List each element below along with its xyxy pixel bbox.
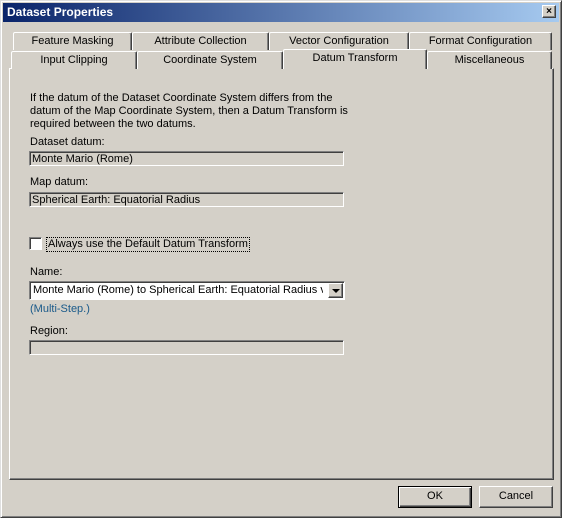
close-icon: × bbox=[546, 6, 552, 17]
tab-datum-transform[interactable]: Datum Transform bbox=[283, 49, 427, 69]
map-datum-field: Spherical Earth: Equatorial Radius bbox=[29, 192, 344, 207]
ok-button-label: OK bbox=[427, 490, 443, 502]
datum-transform-name-select[interactable]: Monte Mario (Rome) to Spherical Earth: E… bbox=[29, 281, 345, 300]
title-bar[interactable]: Dataset Properties × bbox=[3, 3, 559, 22]
tab-attribute-collection[interactable]: Attribute Collection bbox=[132, 32, 269, 50]
region-label: Region: bbox=[30, 325, 68, 337]
datum-description: If the datum of the Dataset Coordinate S… bbox=[30, 92, 348, 130]
default-datum-transform-label[interactable]: Always use the Default Datum Transform bbox=[46, 237, 250, 252]
tab-vector-configuration[interactable]: Vector Configuration bbox=[269, 32, 409, 50]
tab-label: Attribute Collection bbox=[154, 35, 247, 47]
map-datum-value: Spherical Earth: Equatorial Radius bbox=[32, 194, 201, 206]
close-button[interactable]: × bbox=[542, 5, 556, 18]
default-datum-transform-checkbox[interactable] bbox=[29, 237, 42, 250]
tab-format-configuration[interactable]: Format Configuration bbox=[409, 32, 552, 50]
datum-transform-note: (Multi-Step.) bbox=[30, 303, 90, 315]
tab-label: Miscellaneous bbox=[454, 54, 525, 66]
tab-input-clipping[interactable]: Input Clipping bbox=[11, 51, 137, 69]
tab-miscellaneous[interactable]: Miscellaneous bbox=[427, 51, 552, 69]
tab-label: Datum Transform bbox=[312, 52, 398, 64]
tab-coordinate-system[interactable]: Coordinate System bbox=[137, 51, 283, 69]
name-label: Name: bbox=[30, 266, 63, 278]
window-title: Dataset Properties bbox=[7, 5, 114, 19]
ok-button[interactable]: OK bbox=[398, 486, 472, 508]
dataset-datum-field: Monte Mario (Rome) bbox=[29, 151, 344, 166]
cancel-button[interactable]: Cancel bbox=[479, 486, 553, 508]
region-field bbox=[29, 340, 344, 355]
dataset-datum-value: Monte Mario (Rome) bbox=[32, 153, 133, 165]
dataset-datum-label: Dataset datum: bbox=[30, 136, 105, 148]
map-datum-label: Map datum: bbox=[30, 176, 89, 188]
dataset-properties-window: Dataset Properties × Feature Masking Att… bbox=[0, 0, 562, 518]
cancel-button-label: Cancel bbox=[498, 490, 534, 502]
chevron-down-icon[interactable] bbox=[328, 283, 343, 298]
tab-label: Vector Configuration bbox=[289, 35, 389, 47]
tab-label: Format Configuration bbox=[428, 35, 533, 47]
tab-feature-masking[interactable]: Feature Masking bbox=[13, 32, 132, 50]
tab-label: Coordinate System bbox=[163, 54, 257, 66]
datum-transform-name-value: Monte Mario (Rome) to Spherical Earth: E… bbox=[33, 284, 323, 296]
tab-label: Input Clipping bbox=[40, 54, 108, 66]
tab-label: Feature Masking bbox=[31, 35, 114, 47]
